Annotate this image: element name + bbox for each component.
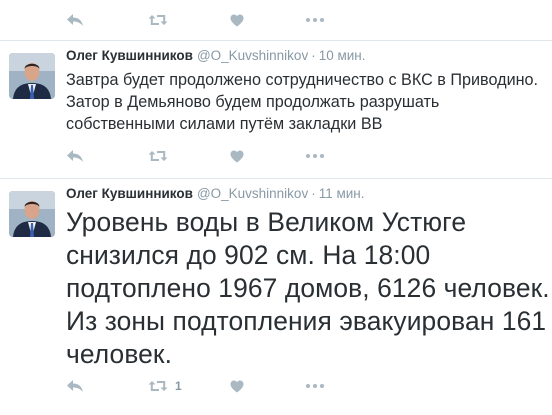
like-button[interactable] bbox=[230, 374, 244, 398]
retweet-icon bbox=[148, 151, 168, 161]
tweet-divider bbox=[0, 40, 552, 41]
retweet-button[interactable] bbox=[148, 8, 168, 32]
retweet-icon bbox=[148, 15, 168, 25]
like-button[interactable] bbox=[230, 144, 244, 168]
more-icon bbox=[306, 154, 324, 158]
reply-button[interactable] bbox=[66, 374, 84, 398]
retweet-button[interactable]: 1 bbox=[148, 374, 182, 398]
more-button[interactable] bbox=[306, 8, 324, 32]
like-button[interactable] bbox=[230, 8, 244, 32]
reply-button[interactable] bbox=[66, 8, 84, 32]
more-button[interactable] bbox=[306, 374, 324, 398]
author-handle[interactable]: @O_Kuvshinnikov bbox=[197, 48, 308, 63]
author-name[interactable]: Олег Кувшинников bbox=[66, 186, 193, 201]
author-name[interactable]: Олег Кувшинников bbox=[66, 48, 193, 63]
tweet-actions bbox=[60, 144, 360, 168]
avatar[interactable] bbox=[9, 53, 55, 99]
more-icon bbox=[306, 18, 324, 22]
tweet-header: Олег Кувшинников @O_Kuvshinnikov · 11 мин. bbox=[66, 185, 365, 203]
heart-icon bbox=[230, 150, 244, 162]
reply-icon bbox=[67, 380, 83, 392]
retweet-count: 1 bbox=[175, 379, 182, 393]
separator: · bbox=[311, 186, 316, 201]
tweet-text: Уровень воды в Великом Устюге снизился д… bbox=[66, 207, 550, 369]
retweet-button[interactable] bbox=[148, 144, 168, 168]
timestamp[interactable]: 11 мин. bbox=[319, 186, 365, 201]
retweet-icon bbox=[148, 381, 168, 391]
author-handle[interactable]: @O_Kuvshinnikov bbox=[197, 186, 308, 201]
reply-icon bbox=[67, 150, 83, 162]
tweet-feed: Олег Кувшинников @O_Kuvshinnikov · 10 мин. … bbox=[0, 0, 552, 415]
avatar[interactable] bbox=[9, 191, 55, 237]
heart-icon bbox=[230, 14, 244, 26]
heart-icon bbox=[230, 380, 244, 392]
tweet[interactable]: Олег Кувшинников @O_Kuvshinnikov · 11 мин. … bbox=[0, 185, 552, 415]
tweet-actions bbox=[60, 8, 360, 32]
tweet-text: Завтра будет продолжено сотрудничество с… bbox=[66, 71, 539, 133]
tweet-divider bbox=[0, 178, 552, 179]
timestamp[interactable]: 10 мин. bbox=[319, 48, 366, 63]
reply-button[interactable] bbox=[66, 144, 84, 168]
tweet[interactable]: Олег Кувшинников @O_Kuvshinnikov · 10 мин. … bbox=[0, 47, 552, 172]
tweet-actions: 1 bbox=[60, 374, 360, 398]
reply-icon bbox=[67, 14, 83, 26]
separator: · bbox=[311, 48, 316, 63]
tweet-header: Олег Кувшинников @O_Kuvshinnikov · 10 мин. bbox=[66, 47, 366, 65]
more-icon bbox=[306, 384, 324, 388]
more-button[interactable] bbox=[306, 144, 324, 168]
